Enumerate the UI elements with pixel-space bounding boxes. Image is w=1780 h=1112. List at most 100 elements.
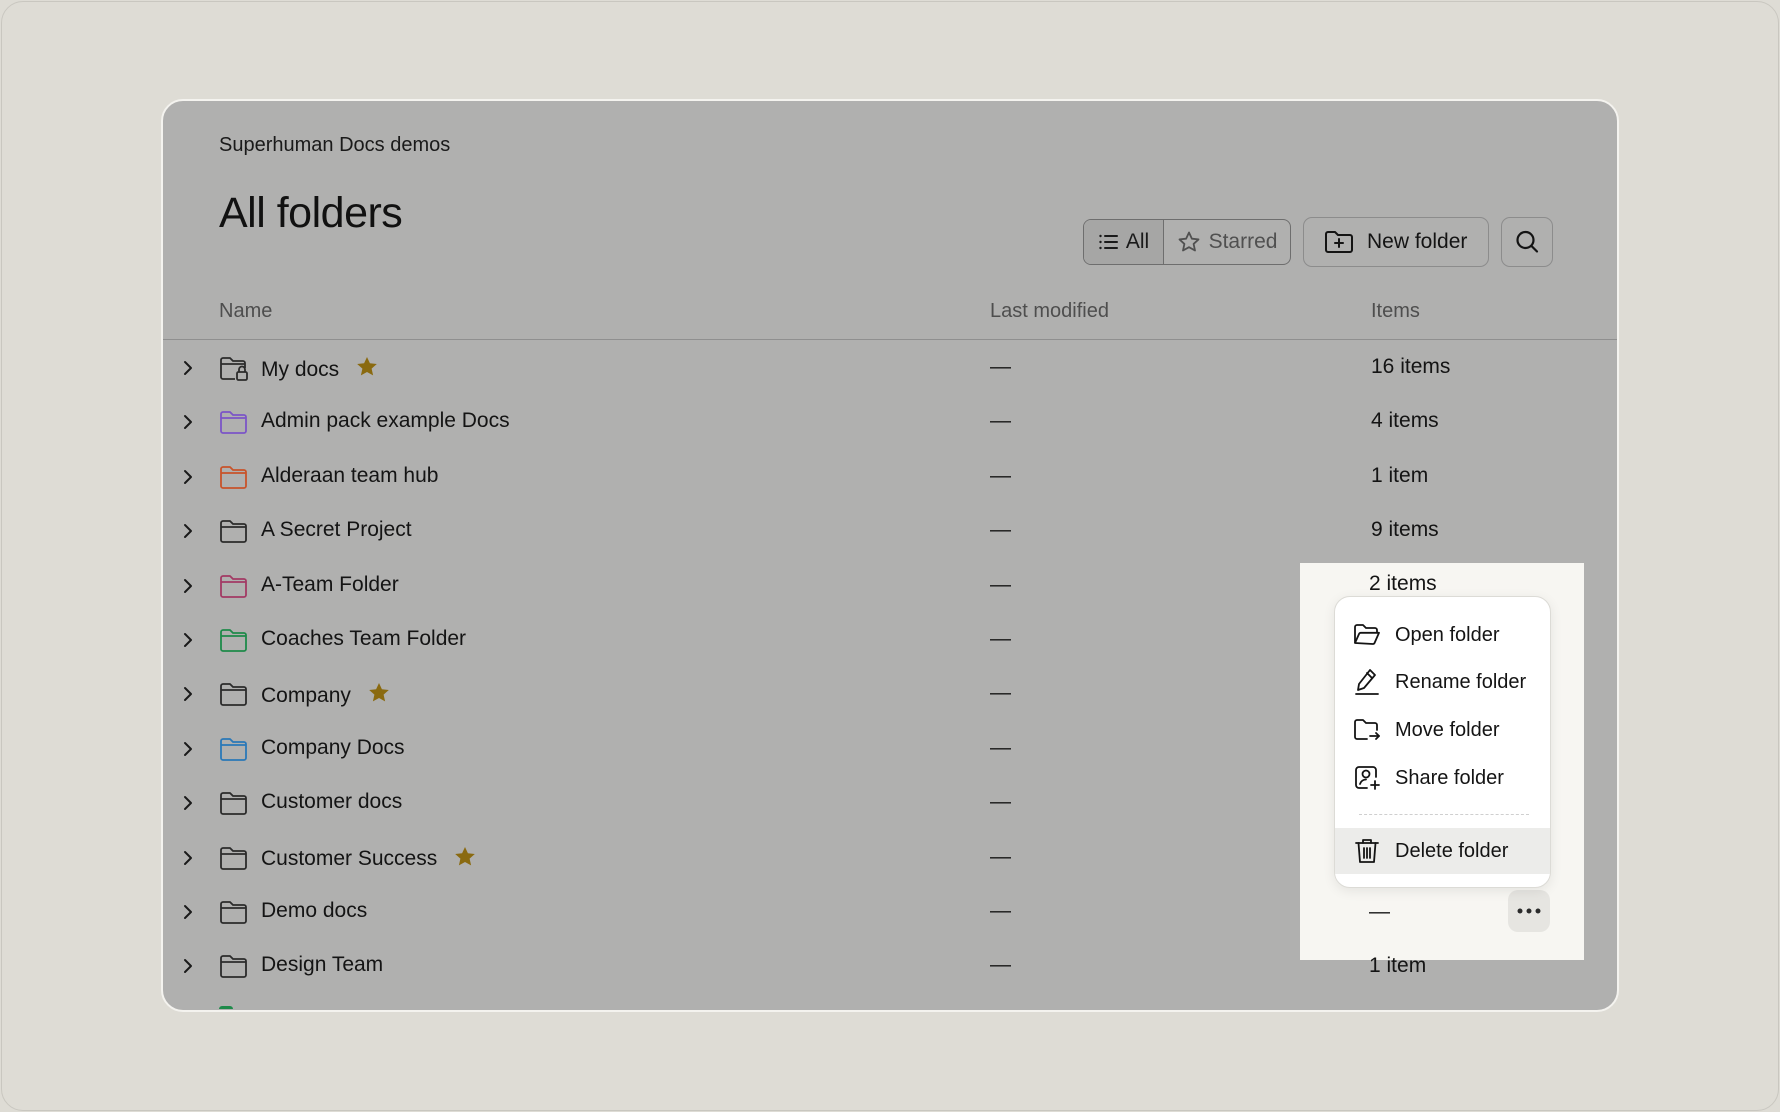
- filter-all-label: All: [1125, 230, 1150, 253]
- chevron-right-icon[interactable]: [181, 465, 195, 494]
- folder-name: A-Team Folder: [261, 572, 399, 596]
- folder-last-modified: —: [990, 572, 1011, 596]
- list-icon: [1099, 234, 1118, 250]
- chevron-right-icon[interactable]: [181, 791, 195, 820]
- folder-items-count: 1 item: [1371, 463, 1429, 487]
- menu-item-label: Delete folder: [1395, 839, 1509, 862]
- pen-icon: [1353, 668, 1381, 696]
- folder-move-icon: [1353, 716, 1381, 744]
- filter-starred-label: Starred: [1208, 230, 1278, 253]
- menu-item-move-folder[interactable]: Move folder: [1335, 707, 1550, 753]
- folder-last-modified: —: [990, 790, 1011, 814]
- row-items-count: 2 items: [1369, 572, 1437, 595]
- folder-name: Company Docs: [261, 735, 405, 759]
- new-folder-button[interactable]: New folder: [1303, 217, 1489, 267]
- star-filled-icon[interactable]: [355, 355, 379, 384]
- folder-icon: [219, 465, 249, 496]
- chevron-right-icon[interactable]: [181, 682, 195, 711]
- row-items-count: 1 item: [1369, 954, 1427, 977]
- folder-icon: [219, 628, 249, 659]
- chevron-right-icon[interactable]: [181, 737, 195, 766]
- chevron-right-icon[interactable]: [181, 628, 195, 657]
- folder-items-count: 16 items: [1371, 355, 1451, 378]
- folder-icon: [219, 791, 249, 822]
- folder-icon: [219, 574, 249, 605]
- menu-item-label: Move folder: [1395, 718, 1500, 741]
- folder-last-modified: —: [990, 627, 1011, 650]
- folder-icon: [219, 519, 249, 550]
- folder-last-modified: —: [990, 409, 1011, 433]
- row-items-count: —: [1369, 900, 1390, 923]
- menu-item-label: Open folder: [1395, 623, 1500, 646]
- header-divider: [163, 339, 1617, 340]
- folder-last-modified: —: [990, 844, 1011, 868]
- folder-last-modified: —: [990, 899, 1011, 922]
- chevron-right-icon[interactable]: [181, 356, 195, 385]
- filter-starred-button[interactable]: Starred: [1164, 220, 1290, 264]
- filter-toggle: All Starred: [1083, 219, 1291, 265]
- star-filled-icon[interactable]: [453, 845, 477, 874]
- folder-row[interactable]: A Secret Project — 9 items: [163, 505, 1617, 559]
- column-header-name[interactable]: Name: [219, 300, 272, 323]
- row-more-button[interactable]: [1508, 890, 1550, 932]
- chevron-right-icon[interactable]: [181, 519, 195, 548]
- folder-context-menu: Open folder Rename folder Move folder Sh…: [1334, 596, 1551, 888]
- folder-name: Admin pack example Docs: [261, 409, 510, 433]
- chevron-right-icon[interactable]: [181, 574, 195, 603]
- folder-name: A Secret Project: [261, 518, 412, 542]
- folder-name: My docs: [261, 357, 340, 381]
- folder-icon: [219, 900, 249, 931]
- folder-row[interactable]: My docs — 16 items: [163, 342, 1617, 396]
- folder-icon: [219, 410, 249, 441]
- folder-name: Design Team: [261, 953, 384, 977]
- folder-icon: [219, 954, 249, 985]
- partial-folder-icon: [219, 1006, 233, 1010]
- folder-last-modified: —: [990, 355, 1011, 378]
- folder-lock-icon: [219, 356, 249, 387]
- folder-row[interactable]: Admin pack example Docs — 4 items: [163, 396, 1617, 450]
- folder-icon: [219, 737, 249, 768]
- filter-all-button[interactable]: All: [1084, 220, 1164, 264]
- chevron-right-icon[interactable]: [181, 846, 195, 875]
- folder-name: Coaches Team Folder: [261, 627, 467, 650]
- search-icon: [1516, 230, 1539, 253]
- column-header-last-modified[interactable]: Last modified: [990, 300, 1109, 323]
- menu-item-rename-folder[interactable]: Rename folder: [1335, 659, 1550, 705]
- chevron-right-icon[interactable]: [181, 900, 195, 929]
- workspace-name: Superhuman Docs demos: [219, 134, 451, 156]
- menu-item-open-folder[interactable]: Open folder: [1335, 612, 1550, 658]
- menu-item-label: Share folder: [1395, 766, 1504, 789]
- folder-last-modified: —: [990, 735, 1011, 759]
- folder-items-count: 9 items: [1371, 518, 1439, 542]
- folder-last-modified: —: [990, 518, 1011, 542]
- folder-plus-icon: [1325, 231, 1353, 253]
- column-header-items[interactable]: Items: [1371, 300, 1420, 323]
- menu-item-delete-folder[interactable]: Delete folder: [1335, 828, 1550, 874]
- folder-row[interactable]: Alderaan team hub — 1 item: [163, 451, 1617, 505]
- chevron-right-icon[interactable]: [181, 954, 195, 983]
- folder-last-modified: —: [990, 953, 1011, 977]
- star-filled-icon[interactable]: [367, 681, 391, 710]
- folder-name: Customer docs: [261, 790, 403, 814]
- menu-item-label: Rename folder: [1395, 670, 1527, 693]
- folder-icon: [219, 682, 249, 713]
- folder-name: Alderaan team hub: [261, 463, 439, 487]
- folder-name: Customer Success: [261, 847, 438, 871]
- folder-items-count: 4 items: [1371, 409, 1439, 433]
- menu-separator: [1359, 814, 1529, 815]
- star-outline-icon: [1178, 231, 1199, 252]
- menu-item-share-folder[interactable]: Share folder: [1335, 755, 1550, 801]
- folder-icon: [219, 846, 249, 877]
- more-horizontal-icon: [1517, 908, 1541, 914]
- new-folder-label: New folder: [1367, 230, 1468, 253]
- search-button[interactable]: [1501, 217, 1553, 267]
- trash-icon: [1353, 837, 1381, 865]
- folder-last-modified: —: [990, 681, 1011, 705]
- folder-open-icon: [1353, 621, 1381, 649]
- chevron-right-icon[interactable]: [181, 410, 195, 439]
- folder-name: Demo docs: [261, 899, 368, 922]
- folder-last-modified: —: [990, 463, 1011, 487]
- folder-name: Company: [261, 683, 351, 707]
- page-title: All folders: [219, 189, 403, 237]
- user-add-icon: [1353, 764, 1381, 792]
